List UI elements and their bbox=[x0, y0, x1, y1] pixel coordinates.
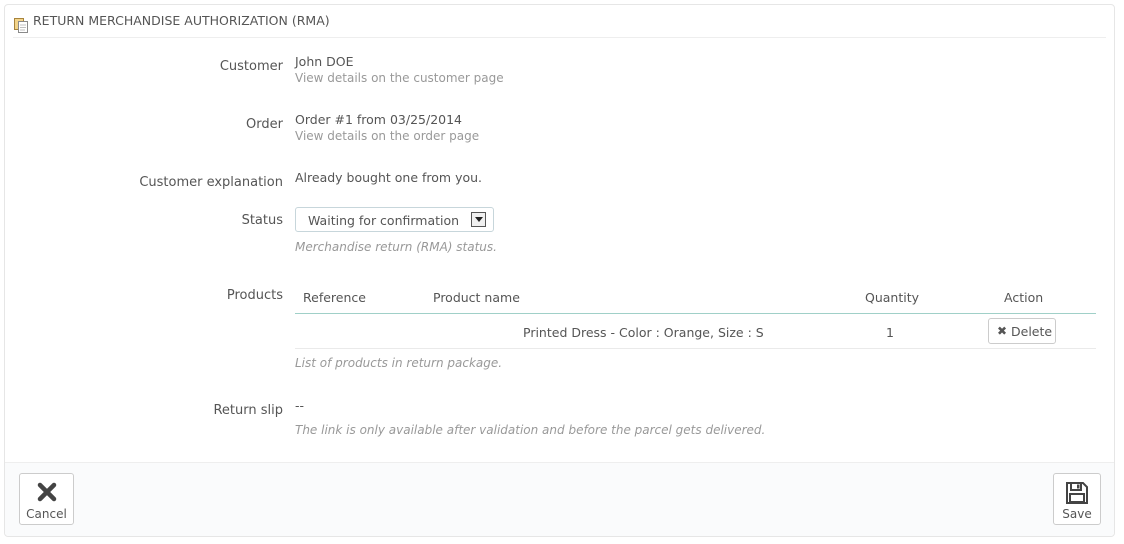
close-icon bbox=[20, 481, 73, 505]
save-button-label: Save bbox=[1062, 507, 1092, 521]
return-slip-help: The link is only available after validat… bbox=[295, 423, 766, 437]
chevron-down-icon bbox=[471, 212, 486, 227]
status-help: Merchandise return (RMA) status. bbox=[295, 240, 497, 254]
status-label: Status bbox=[241, 213, 283, 228]
explanation-value: Already bought one from you. bbox=[295, 170, 483, 185]
customer-details-link[interactable]: View details on the customer page bbox=[295, 71, 504, 85]
delete-button[interactable]: ✖ Delete bbox=[988, 318, 1056, 344]
return-slip-value: -- bbox=[295, 398, 305, 413]
panel-title: RETURN MERCHANDISE AUTHORIZATION (RMA) bbox=[33, 13, 330, 28]
column-header-quantity: Quantity bbox=[865, 290, 920, 305]
rma-panel: RETURN MERCHANDISE AUTHORIZATION (RMA) C… bbox=[4, 4, 1115, 537]
column-header-product-name: Product name bbox=[433, 290, 520, 305]
cancel-button-label: Cancel bbox=[26, 507, 67, 521]
order-details-link[interactable]: View details on the order page bbox=[295, 129, 479, 143]
cell-product-name: Printed Dress - Color : Orange, Size : S bbox=[523, 325, 764, 340]
status-select[interactable]: Waiting for confirmation bbox=[295, 207, 494, 232]
order-label: Order bbox=[246, 117, 283, 132]
customer-name: John DOE bbox=[295, 54, 354, 69]
delete-button-label: Delete bbox=[1011, 324, 1053, 339]
floppy-disk-icon bbox=[1054, 481, 1100, 505]
cancel-button[interactable]: Cancel bbox=[19, 473, 74, 525]
customer-label: Customer bbox=[219, 59, 283, 74]
close-icon: ✖ bbox=[997, 324, 1008, 338]
column-header-action: Action bbox=[1004, 290, 1044, 305]
save-button[interactable]: Save bbox=[1053, 473, 1101, 525]
column-header-reference: Reference bbox=[303, 290, 366, 305]
order-value: Order #1 from 03/25/2014 bbox=[295, 112, 463, 127]
status-selected-value: Waiting for confirmation bbox=[308, 213, 460, 228]
return-slip-label: Return slip bbox=[213, 403, 283, 418]
panel-footer: Cancel Save bbox=[5, 462, 1114, 536]
copy-icon bbox=[13, 13, 29, 33]
panel-heading: RETURN MERCHANDISE AUTHORIZATION (RMA) bbox=[13, 5, 1106, 38]
products-help: List of products in return package. bbox=[295, 356, 503, 370]
cell-quantity: 1 bbox=[886, 325, 894, 340]
products-label: Products bbox=[226, 288, 283, 303]
table-header-divider bbox=[295, 313, 1096, 314]
explanation-label: Customer explanation bbox=[139, 175, 283, 190]
table-row-divider bbox=[295, 348, 1096, 349]
